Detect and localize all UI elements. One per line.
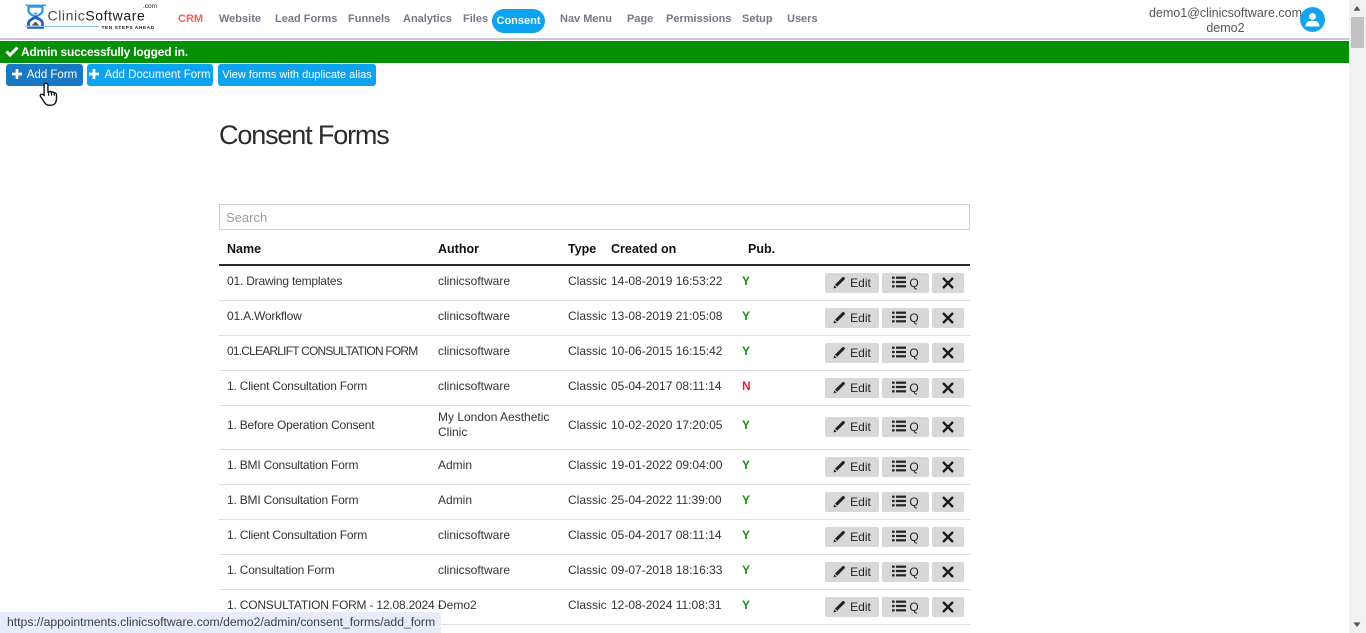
svg-text:.com: .com: [143, 3, 157, 10]
svg-text:TEN STEPS AHEAD: TEN STEPS AHEAD: [102, 25, 155, 31]
svg-text:ClinicSoftware: ClinicSoftware: [48, 7, 146, 23]
